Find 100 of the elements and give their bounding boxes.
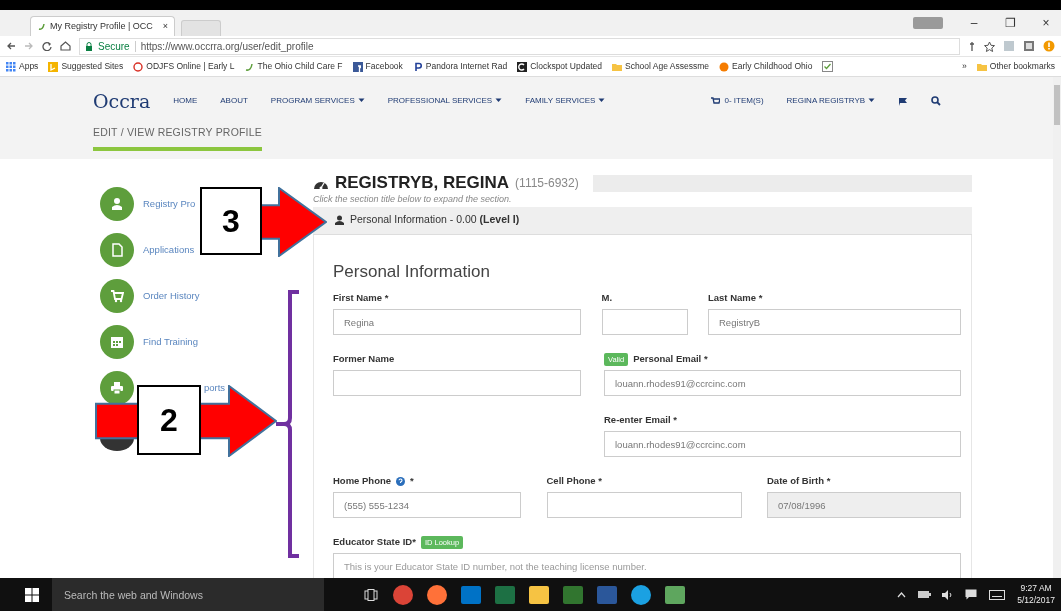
field-label: Re-enter Email * bbox=[604, 413, 677, 428]
clock-date[interactable]: 5/12/2017 bbox=[1017, 594, 1055, 606]
bookmark-link[interactable]: The Ohio Child Care F bbox=[257, 60, 343, 73]
calendar-icon[interactable] bbox=[100, 325, 134, 359]
chevron-up-icon[interactable] bbox=[897, 591, 907, 598]
reload-icon[interactable] bbox=[42, 41, 52, 51]
field-label: Former Name bbox=[333, 352, 395, 367]
bookmark-link[interactable]: Other bookmarks bbox=[989, 60, 1055, 73]
bookmark-link[interactable]: Apps bbox=[19, 60, 39, 73]
search-icon[interactable] bbox=[931, 96, 942, 106]
clock-time[interactable]: 9:27 AM bbox=[1017, 583, 1055, 595]
callout-number: 3 bbox=[200, 187, 262, 255]
caret-icon bbox=[598, 98, 606, 104]
letter-p-icon bbox=[412, 61, 423, 72]
browser-tab[interactable]: My Registry Profile | OCC × bbox=[30, 16, 175, 36]
circle-app-icon[interactable] bbox=[426, 583, 448, 606]
printer-icon[interactable] bbox=[100, 371, 134, 405]
field-label: Last Name * bbox=[708, 291, 763, 306]
document-app-icon[interactable] bbox=[596, 583, 618, 606]
field-label: Personal Email * bbox=[633, 352, 708, 367]
swoosh-icon bbox=[244, 61, 255, 72]
section-header[interactable]: Personal Information - 0.00 (Level I) bbox=[313, 206, 972, 235]
spreadsheet-app-icon[interactable] bbox=[494, 583, 516, 606]
cart-icon[interactable] bbox=[100, 279, 134, 313]
field-label: First Name * bbox=[333, 291, 389, 306]
input-field[interactable]: RegistryB bbox=[708, 309, 961, 335]
circle-app-icon[interactable] bbox=[392, 583, 414, 606]
site-logo[interactable]: Occra bbox=[93, 86, 151, 116]
sidebar-link[interactable]: ports bbox=[204, 380, 226, 396]
url-text: https://www.occrra.org/user/edit_profile bbox=[140, 39, 314, 54]
task-view-icon[interactable] bbox=[364, 588, 378, 601]
star-icon[interactable] bbox=[984, 40, 995, 52]
nav-link[interactable]: HOME bbox=[173, 95, 198, 107]
bookmark-link[interactable]: Early Childhood Ohio bbox=[732, 60, 813, 73]
nav-link[interactable]: ABOUT bbox=[220, 95, 248, 107]
sidebar-link[interactable]: Order History bbox=[143, 288, 200, 304]
flag-icon[interactable] bbox=[898, 96, 909, 106]
bookmark-link[interactable]: Pandora Internet Rad bbox=[425, 60, 508, 73]
speaker-icon[interactable] bbox=[941, 589, 954, 600]
callout-number: 2 bbox=[137, 385, 201, 455]
caret-icon bbox=[495, 98, 503, 104]
back-icon[interactable] bbox=[6, 41, 16, 51]
checkbox-icon[interactable] bbox=[822, 61, 834, 72]
user-menu[interactable]: REGINA REGISTRYB bbox=[786, 95, 876, 107]
nav-link[interactable]: PROGRAM SERVICES bbox=[270, 95, 365, 107]
field-label: Home Phone bbox=[333, 474, 392, 489]
folder-icon bbox=[611, 61, 622, 72]
project-app-icon[interactable] bbox=[562, 583, 584, 606]
windows-start-icon[interactable] bbox=[25, 587, 39, 602]
input-field[interactable]: louann.rhodes91@ccrcinc.com bbox=[604, 370, 961, 396]
key-icon[interactable] bbox=[968, 40, 976, 52]
field-label: Cell Phone * bbox=[546, 474, 602, 489]
close-icon[interactable]: × bbox=[162, 19, 168, 34]
ring-icon bbox=[133, 61, 144, 72]
input-field[interactable] bbox=[601, 309, 688, 335]
restore-button[interactable]: ❐ bbox=[995, 14, 1025, 32]
field-label: M. bbox=[601, 291, 613, 306]
nav-link[interactable]: FAMILY SERVICES bbox=[525, 95, 606, 107]
help-icon[interactable] bbox=[396, 477, 406, 486]
input-field[interactable] bbox=[546, 492, 742, 518]
extension-icon[interactable] bbox=[1023, 40, 1035, 52]
battery-icon[interactable] bbox=[918, 590, 932, 599]
browser-app-icon[interactable] bbox=[630, 583, 652, 606]
field-label: Educator State ID* bbox=[333, 535, 416, 550]
sidebar-link[interactable]: Registry Pro bbox=[143, 196, 196, 212]
message-icon[interactable] bbox=[965, 589, 978, 600]
more-bookmarks-button[interactable]: » bbox=[962, 60, 967, 73]
bookmark-link[interactable]: ODJFS Online | Early L bbox=[146, 60, 235, 73]
keyboard-icon[interactable] bbox=[989, 589, 1006, 600]
scrollbar[interactable] bbox=[1053, 77, 1061, 578]
picture-app-icon[interactable] bbox=[664, 583, 686, 606]
input-field[interactable] bbox=[333, 370, 581, 396]
document-icon[interactable] bbox=[100, 233, 134, 267]
profile-id: (1115-6932) bbox=[515, 175, 579, 192]
sidebar-link[interactable]: Find Training bbox=[143, 334, 198, 350]
bookmark-link[interactable]: Suggested Sites bbox=[61, 60, 124, 73]
input-field[interactable]: Regina bbox=[333, 309, 581, 335]
cart-link[interactable]: 0- ITEM(S) bbox=[711, 95, 764, 107]
field-label: Date of Birth * bbox=[767, 474, 831, 489]
bookmark-link[interactable]: Facebook bbox=[365, 60, 403, 73]
input-field[interactable]: (555) 555-1234 bbox=[333, 492, 521, 518]
address-bar[interactable]: Secure https://www.occrra.org/user/edit_profile bbox=[79, 37, 960, 55]
folder-app-icon[interactable] bbox=[528, 583, 550, 606]
circle-icon bbox=[719, 61, 730, 72]
page-tab[interactable]: EDIT / VIEW REGISTRY PROFILE bbox=[93, 125, 262, 151]
input-field[interactable]: This is your Educator State ID number, not the teaching license number. bbox=[333, 553, 961, 578]
person-icon[interactable] bbox=[100, 187, 134, 221]
bookmark-link[interactable]: Clockspot Updated bbox=[530, 60, 602, 73]
caret-icon bbox=[868, 98, 876, 104]
apps-icon bbox=[6, 61, 16, 72]
bookmark-link[interactable]: School Age Assessme bbox=[624, 60, 710, 73]
minimize-button[interactable]: – bbox=[959, 14, 989, 32]
nav-link[interactable]: PROFESSIONAL SERVICES bbox=[387, 95, 503, 107]
close-button[interactable]: × bbox=[1031, 14, 1061, 32]
person-icon bbox=[335, 215, 344, 225]
input-field[interactable]: louann.rhodes91@ccrcinc.com bbox=[604, 431, 961, 457]
sidebar-link[interactable]: Applications bbox=[143, 242, 195, 258]
envelope-app-icon[interactable] bbox=[460, 583, 482, 606]
search-field[interactable]: Search the web and Windows bbox=[52, 578, 324, 611]
home-icon[interactable] bbox=[60, 41, 71, 51]
